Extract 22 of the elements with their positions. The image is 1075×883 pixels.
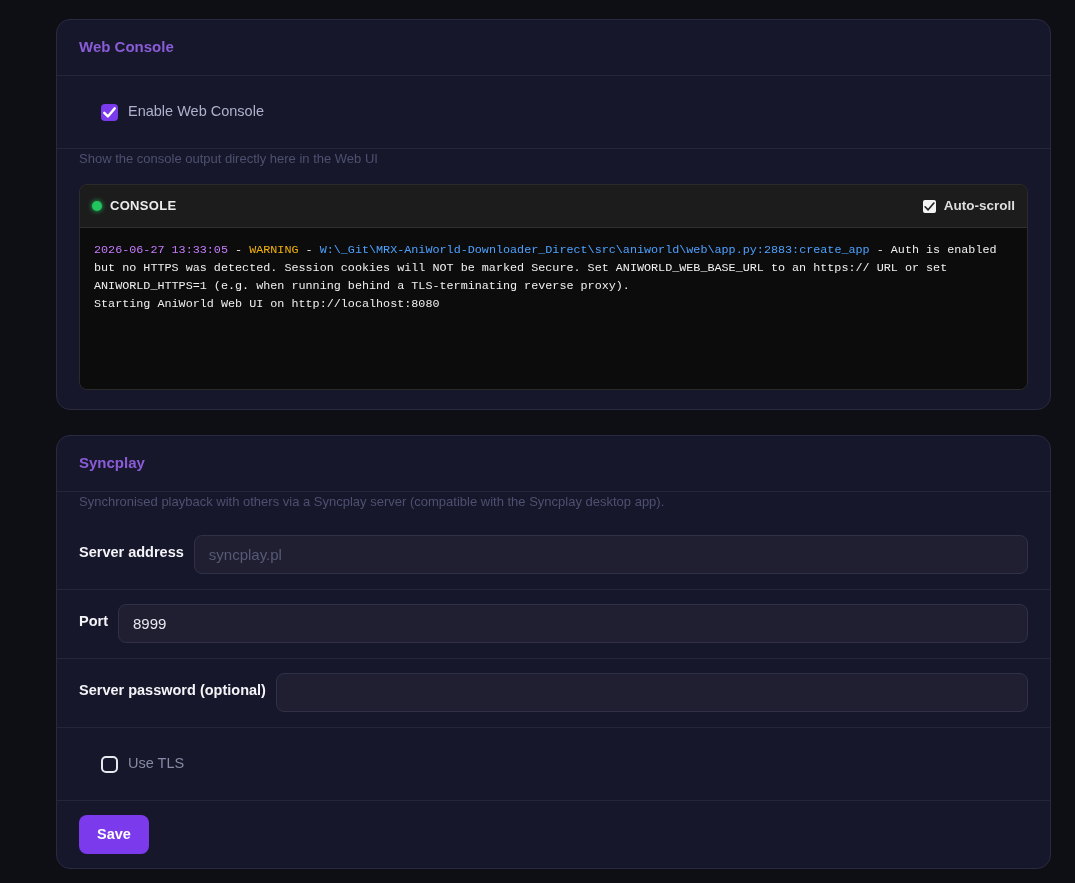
section-title: Syncplay: [79, 453, 145, 474]
help-text: Show the console output directly here in the Web UI: [78, 150, 379, 168]
log-line: Starting AniWorld Web UI on http://localhost:8080: [94, 296, 441, 313]
log-line: 2026-06-27 13:33:05 - WARNING - W:\_Git\MRX-AniWorld-Downloader_Direct\src\aniworld\web\app.py:2883:create_app - Auth is enabled but no HTTPS was detected. Session cookies will NOT be marked Secure. Set ANIWORLD_WEB_BASE_URL to an https:// URL or set ANIWORLD_HTTPS=1 (e.g. when running behind a TLS-terminating reverse proxy).: [94, 242, 998, 295]
field-label: Server password (optional): [79, 681, 266, 701]
input-field[interactable]: 8999: [118, 604, 1028, 643]
checkbox[interactable]: [922, 199, 936, 213]
help-text: Synchronised playback with others via a Syncplay server (compatible with the Syncplay desktop app).: [78, 493, 666, 511]
check-icon: [923, 200, 935, 212]
checkbox[interactable]: [101, 755, 118, 773]
input-field[interactable]: [275, 673, 1028, 712]
save-button[interactable]: Save: [79, 815, 149, 854]
checkbox-label[interactable]: Use TLS: [128, 753, 185, 775]
field-label: Server address: [79, 543, 184, 563]
input-field[interactable]: syncplay.pl: [193, 535, 1028, 574]
checkbox[interactable]: [101, 103, 118, 121]
section-title: Web Console: [79, 37, 174, 58]
field-label: Port: [79, 612, 108, 632]
console-title: CONSOLE: [110, 197, 177, 216]
check-icon: [103, 105, 116, 119]
checkbox-label[interactable]: Auto-scroll: [943, 195, 1015, 217]
checkbox-label[interactable]: Enable Web Console: [128, 101, 264, 123]
